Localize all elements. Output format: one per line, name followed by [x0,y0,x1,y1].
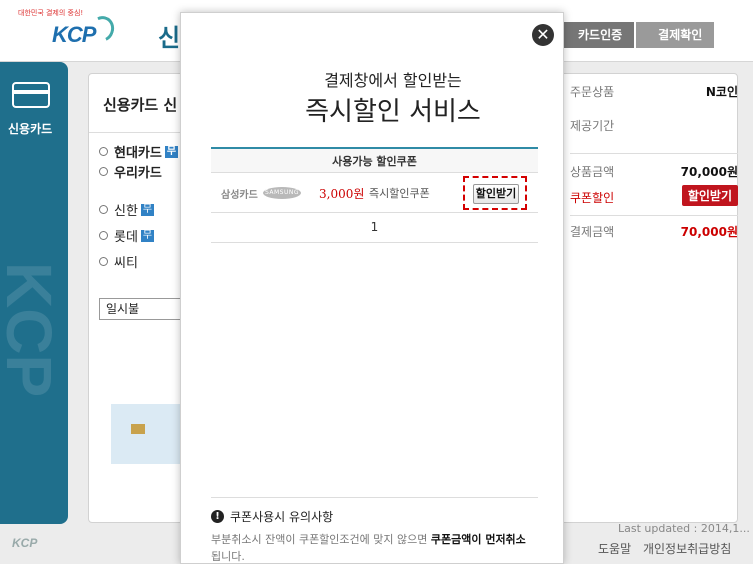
coupon-amount: 3,000원 [319,187,365,201]
card-option-label: 신한 [114,204,138,219]
payment-method-sidebar: 신용카드 KCP [0,62,68,524]
card-chip-icon [131,424,145,434]
sidebar-item-credit-card[interactable]: 신용카드 [0,72,68,142]
card-option-lotte[interactable]: 롯데 무 [99,226,155,245]
card-option-label: 현대카드 [114,146,162,161]
coupon-table-header: 사용가능 할인쿠폰 [211,147,538,173]
apply-discount-button[interactable]: 할인받기 [473,184,519,204]
free-installment-badge: 무 [140,229,155,242]
warning-icon: ! [211,510,224,523]
card-option-hyundai[interactable]: 현대카드 무 [99,142,179,161]
card-list-divider [89,132,181,133]
card-option-shinhan[interactable]: 신한 무 [99,200,155,219]
card-option-label: 롯데 [114,230,138,245]
close-icon[interactable]: ✕ [532,24,554,46]
card-option-woori[interactable]: 우리카드 [99,162,162,181]
notice-title-text: 쿠폰사용시 유의사항 [230,510,334,524]
summary-coupon: 쿠폰할인 할인받기 [570,185,738,206]
coupon-notice: ! 쿠폰사용시 유의사항 부분취소시 잔액이 쿠폰할인조건에 맞지 않으면 쿠폰… [211,497,538,564]
samsung-logo-icon: SAMSUNG [263,187,301,199]
notice-text: 부분취소시 잔액이 쿠폰할인조건에 맞지 않으면 쿠폰금액이 먼저취소 됩니다. [211,531,538,564]
summary-period: 제공기간 [570,117,738,134]
coupon-label: 쿠폰할인 [570,191,615,205]
logo-tagline: 대한민국 결제의 중심! [18,9,84,17]
installment-select[interactable]: 일시불 [99,298,183,320]
free-installment-badge: 무 [140,203,155,216]
free-installment-badge: 무 [164,145,179,158]
coupon-type: 즉시할인쿠폰 [369,187,430,200]
total-value: 70,000원 [680,225,738,239]
product-label: 주문상품 [570,85,615,99]
footer-kcp-logo: KCP [12,536,38,550]
privacy-policy-link[interactable]: 개인정보취급방침 [643,542,731,556]
price-label: 상품금액 [570,165,615,179]
period-label: 제공기간 [570,119,615,133]
coupon-card-name: 삼성카드 [221,190,258,201]
summary-divider [570,153,738,154]
logo-text: KCP [52,22,96,47]
radio-icon[interactable] [99,231,108,240]
summary-total: 결제금액 70,000원 [570,223,738,240]
step-payment-confirm: 결제확인 [636,22,715,48]
total-label: 결제금액 [570,225,615,239]
header-title: 신 [158,24,181,52]
notice-title: ! 쿠폰사용시 유의사항 [211,508,538,525]
price-value: 70,000원 [680,165,738,179]
last-updated: Last updated : 2014,1... [618,522,750,535]
help-link[interactable]: 도움말 [598,542,631,556]
card-option-label: 우리카드 [114,166,162,181]
summary-price: 상품금액 70,000원 [570,163,738,180]
summary-divider [570,215,738,216]
kcp-logo: 대한민국 결제의 중심! KCP [8,6,118,56]
progress-steps: 카드인증 결제확인 [556,22,715,48]
notice-text-part2: 됩니다. [211,550,245,563]
coupon-row: 삼성카드 SAMSUNG 3,000원 즉시할인쿠폰 할인받기 [211,173,538,213]
kcp-watermark: KCP [0,262,65,398]
step-card-auth: 카드인증 [556,22,635,48]
credit-card-icon [12,82,50,108]
main-title: 신용카드 신 [103,96,178,114]
footer-links: 도움말 개인정보취급방침 [598,540,739,557]
product-value: N코인 [705,85,738,99]
instant-discount-modal: ✕ 결제창에서 할인받는 즉시할인 서비스 사용가능 할인쿠폰 삼성카드 SAM… [180,12,564,564]
apply-highlight: 할인받기 [463,176,527,210]
notice-text-part1: 부분취소시 잔액이 쿠폰할인조건에 맞지 않으면 [211,533,431,546]
notice-text-bold: 쿠폰금액이 먼저취소 [430,533,526,546]
card-option-citi[interactable]: 씨티 [99,252,138,271]
coupon-discount-button[interactable]: 할인받기 [681,185,738,206]
card-image [111,404,181,464]
radio-icon[interactable] [99,257,108,266]
radio-icon[interactable] [99,167,108,176]
sidebar-item-label: 신용카드 [8,122,53,136]
card-option-label: 씨티 [114,256,138,271]
pagination-page[interactable]: 1 [211,213,538,243]
radio-icon[interactable] [99,147,108,156]
modal-title: 즉시할인 서비스 [305,97,481,127]
radio-icon[interactable] [99,205,108,214]
modal-subtitle: 결제창에서 할인받는 [324,71,462,90]
coupon-table: 사용가능 할인쿠폰 삼성카드 SAMSUNG 3,000원 즉시할인쿠폰 할인받… [211,147,538,243]
summary-product: 주문상품 N코인 [570,83,738,100]
